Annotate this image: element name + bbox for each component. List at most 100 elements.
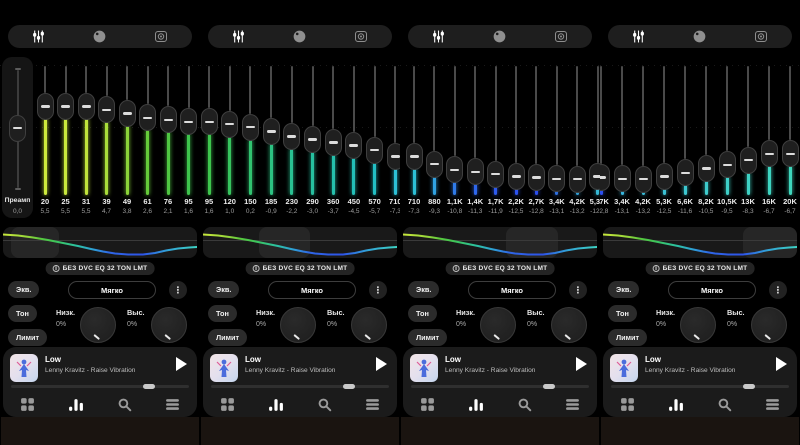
treble-knob[interactable] (551, 307, 587, 343)
play-button[interactable] (776, 357, 787, 371)
eq-band-slider[interactable]: 290-3,0 (302, 55, 323, 220)
eq-band-slider[interactable]: 20K-6,7 (780, 55, 800, 220)
band-thumb[interactable] (160, 106, 177, 133)
library-grid-icon[interactable] (603, 393, 652, 415)
band-thumb[interactable] (569, 166, 586, 193)
band-thumb[interactable] (614, 165, 631, 192)
equalizer-tab-button[interactable]: Экв. (608, 281, 639, 298)
album-art[interactable] (410, 354, 438, 382)
bass-knob[interactable] (480, 307, 516, 343)
preamp-thumb[interactable] (9, 115, 26, 142)
speaker-icon[interactable] (144, 29, 178, 45)
menu-icon[interactable] (349, 393, 398, 415)
eq-band-slider[interactable]: 13K-8,3 (738, 55, 759, 220)
band-thumb[interactable] (242, 114, 259, 141)
play-button[interactable] (376, 357, 387, 371)
album-art[interactable] (210, 354, 238, 382)
treble-knob[interactable] (751, 307, 787, 343)
band-thumb[interactable] (740, 147, 757, 174)
speaker-icon[interactable] (744, 29, 778, 45)
progress-bar[interactable] (611, 385, 789, 388)
tone-tab-button[interactable]: Тон (8, 305, 37, 322)
band-thumb[interactable] (406, 143, 423, 170)
progress-thumb[interactable] (743, 384, 755, 389)
eq-band-slider[interactable]: 1,7K-11,9 (485, 55, 506, 220)
band-thumb[interactable] (528, 164, 545, 191)
progress-thumb[interactable] (143, 384, 155, 389)
tone-tab-button[interactable]: Тон (408, 305, 437, 322)
band-thumb[interactable] (263, 118, 280, 145)
eq-band-slider[interactable]: 6,6K-11,6 (675, 55, 696, 220)
library-grid-icon[interactable] (403, 393, 452, 415)
treble-knob[interactable] (351, 307, 387, 343)
eq-band-slider[interactable]: 2,2K-12,5 (506, 55, 527, 220)
search-icon[interactable] (100, 393, 149, 415)
equalizer-sliders-icon[interactable] (622, 29, 656, 45)
tone-knob-icon[interactable] (683, 29, 717, 45)
band-thumb[interactable] (221, 111, 238, 138)
band-thumb[interactable] (283, 123, 300, 150)
eq-band-slider[interactable]: 230-2,2 (281, 55, 302, 220)
eq-band-slider[interactable]: 205,5 (35, 55, 56, 220)
preset-selector[interactable]: Мягко (268, 281, 356, 299)
eq-band-slider[interactable]: 360-3,7 (323, 55, 344, 220)
eq-band-slider[interactable]: 2,7K-12,8 (600, 55, 612, 220)
eq-band-slider[interactable]: 5,3K-12,5 (654, 55, 675, 220)
frequency-response-graph[interactable] (3, 227, 197, 258)
menu-icon[interactable] (549, 393, 598, 415)
band-thumb[interactable] (782, 140, 799, 167)
overflow-menu-button[interactable]: ⋮ (169, 281, 187, 299)
equalizer-tab-button[interactable]: Экв. (8, 281, 39, 298)
band-thumb[interactable] (487, 161, 504, 188)
eq-band-slider[interactable]: 185-0,9 (261, 55, 282, 220)
search-icon[interactable] (300, 393, 349, 415)
equalizer-sliders-icon[interactable] (422, 29, 456, 45)
band-thumb[interactable] (719, 151, 736, 178)
band-thumb[interactable] (589, 163, 600, 190)
eq-band-slider[interactable]: 951,6 (178, 55, 199, 220)
preset-selector[interactable]: Мягко (668, 281, 756, 299)
eq-band-slider[interactable]: 1500,2 (240, 55, 261, 220)
equalizer-nav-icon[interactable] (52, 393, 101, 415)
tone-knob-icon[interactable] (283, 29, 317, 45)
tone-tab-button[interactable]: Тон (608, 305, 637, 322)
album-art[interactable] (10, 354, 38, 382)
equalizer-tab-button[interactable]: Экв. (408, 281, 439, 298)
now-playing-card[interactable]: Low Lenny Kravitz - Raise Vibration (403, 347, 597, 417)
band-thumb[interactable] (345, 132, 362, 159)
band-thumb[interactable] (139, 104, 156, 131)
eq-band-slider[interactable]: 1,1K-10,8 (444, 55, 465, 220)
now-playing-card[interactable]: Low Lenny Kravitz - Raise Vibration (203, 347, 397, 417)
equalizer-nav-icon[interactable] (252, 393, 301, 415)
band-thumb[interactable] (635, 166, 652, 193)
bass-knob[interactable] (280, 307, 316, 343)
eq-band-slider[interactable]: 16K-6,7 (759, 55, 780, 220)
eq-band-slider[interactable]: 4,2K-13,2 (567, 55, 588, 220)
play-button[interactable] (176, 357, 187, 371)
speaker-icon[interactable] (544, 29, 578, 45)
eq-band-slider[interactable]: 612,6 (137, 55, 158, 220)
equalizer-nav-icon[interactable] (452, 393, 501, 415)
eq-band-slider[interactable]: 3,4K-13,1 (612, 55, 633, 220)
band-thumb[interactable] (98, 96, 115, 123)
play-button[interactable] (576, 357, 587, 371)
band-thumb[interactable] (467, 158, 484, 185)
menu-icon[interactable] (149, 393, 198, 415)
now-playing-card[interactable]: Low Lenny Kravitz - Raise Vibration (3, 347, 197, 417)
limit-tab-button[interactable]: Лимит (8, 329, 47, 346)
overflow-menu-button[interactable]: ⋮ (769, 281, 787, 299)
eq-band-slider[interactable]: 710-7,3 (404, 55, 425, 220)
eq-band-slider[interactable]: 951,6 (200, 55, 220, 220)
band-thumb[interactable] (677, 159, 694, 186)
eq-band-slider[interactable]: 493,8 (117, 55, 138, 220)
band-thumb[interactable] (548, 165, 565, 192)
tone-knob-icon[interactable] (83, 29, 117, 45)
eq-band-slider[interactable]: 762,1 (158, 55, 179, 220)
eq-band-slider[interactable]: 8,2K-10,5 (696, 55, 717, 220)
frequency-response-graph[interactable] (603, 227, 797, 258)
album-art[interactable] (610, 354, 638, 382)
search-icon[interactable] (700, 393, 749, 415)
search-icon[interactable] (500, 393, 549, 415)
band-thumb[interactable] (508, 163, 525, 190)
eq-band-slider[interactable]: 315,5 (76, 55, 97, 220)
